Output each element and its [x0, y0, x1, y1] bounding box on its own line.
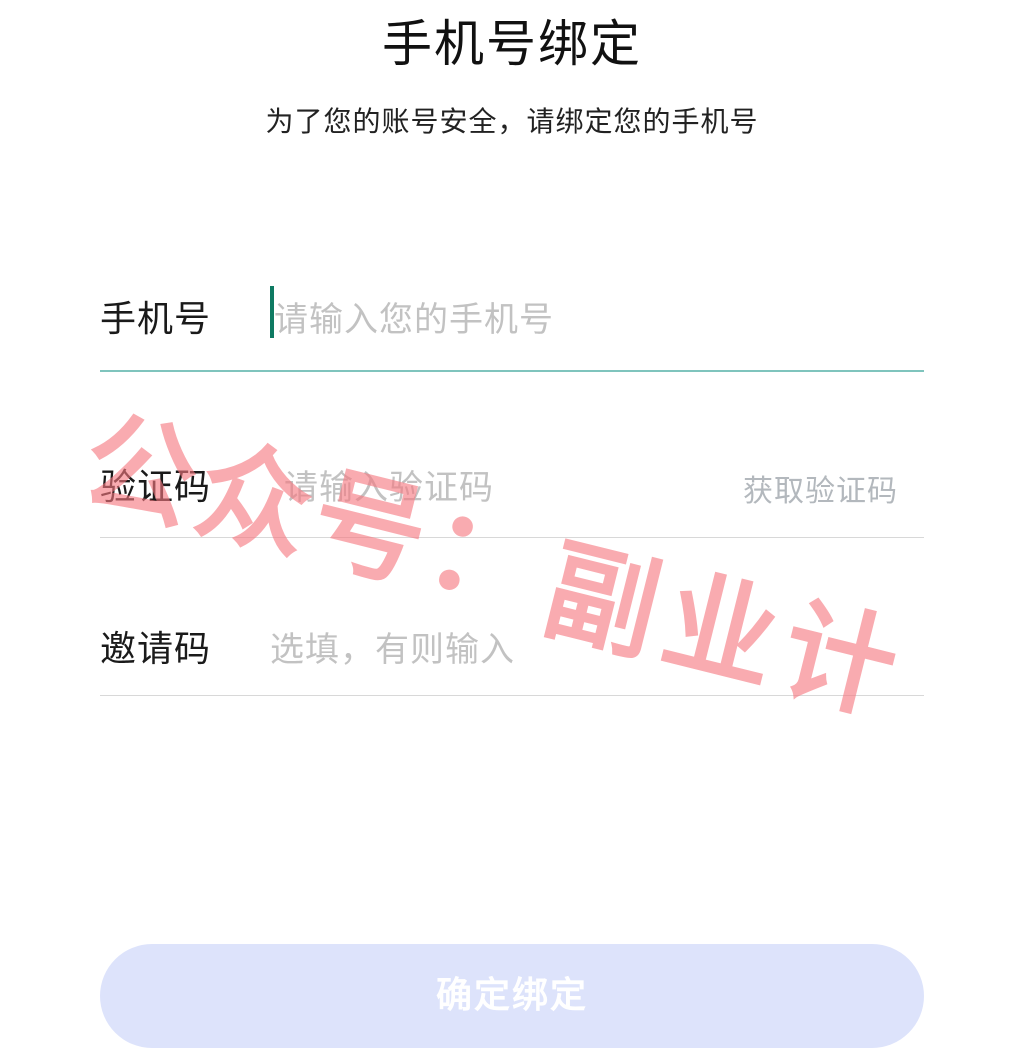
phone-field[interactable]: 手机号 请输入您的手机号 — [100, 284, 924, 344]
invite-field[interactable]: 邀请码 选填，有则输入 — [100, 614, 924, 674]
phone-binding-page: 手机号绑定 为了您的账号安全，请绑定您的手机号 手机号 请输入您的手机号 验证码… — [0, 0, 1024, 1057]
get-code-button[interactable]: 获取验证码 — [743, 466, 898, 510]
page-subtitle: 为了您的账号安全，请绑定您的手机号 — [265, 105, 759, 138]
code-label: 验证码 — [100, 467, 212, 508]
phone-input-placeholder[interactable]: 请输入您的手机号 — [274, 292, 554, 341]
phone-underline — [100, 370, 924, 372]
invite-underline — [100, 695, 924, 696]
invite-input-placeholder[interactable]: 选填，有则输入 — [270, 622, 515, 671]
code-input-placeholder[interactable]: 请输入验证码 — [284, 460, 494, 509]
confirm-bind-button[interactable]: 确定绑定 — [100, 944, 924, 1048]
phone-label: 手机号 — [100, 299, 212, 340]
code-underline — [100, 537, 924, 538]
page-title: 手机号绑定 — [382, 15, 642, 73]
invite-label: 邀请码 — [100, 629, 212, 670]
code-field[interactable]: 验证码 请输入验证码 获取验证码 — [100, 452, 924, 512]
